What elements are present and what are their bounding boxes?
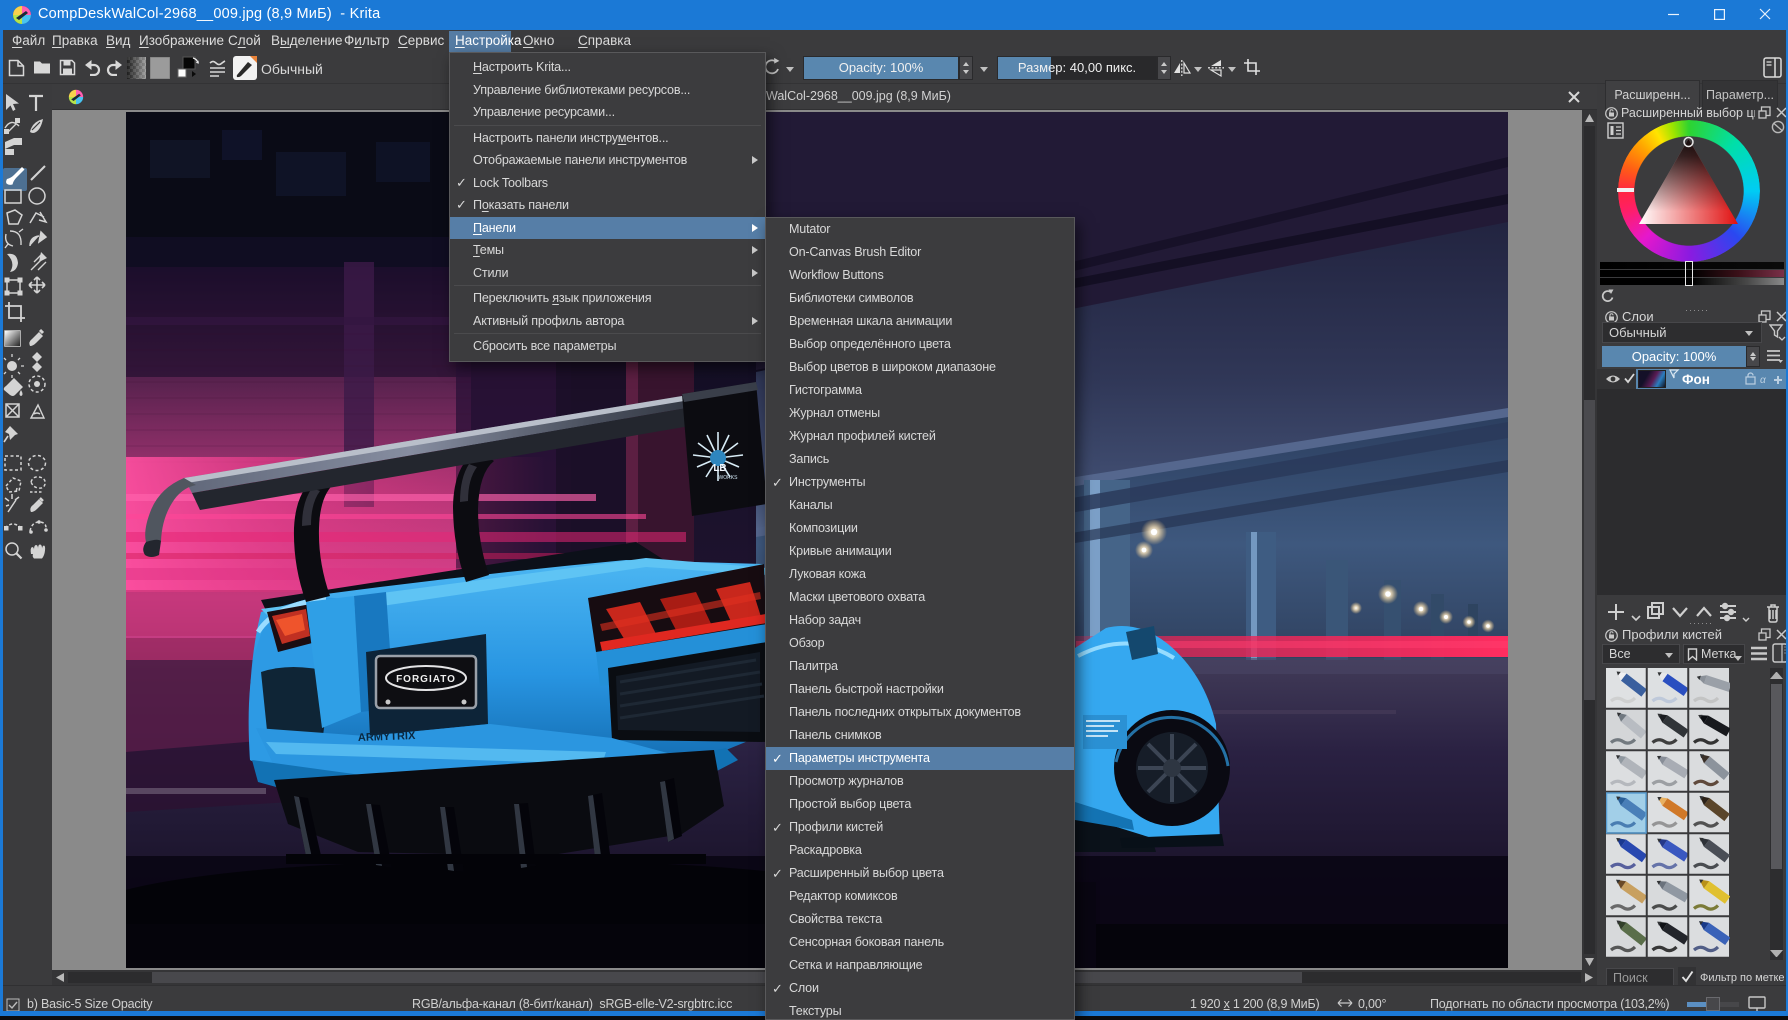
svg-text:FORGIATO: FORGIATO: [396, 674, 456, 685]
svg-text:ARMYTRIX: ARMYTRIX: [358, 730, 416, 744]
svg-text:LB: LB: [713, 463, 726, 474]
svg-text:WORKS: WORKS: [719, 475, 739, 481]
svg-text:α: α: [1760, 375, 1766, 385]
